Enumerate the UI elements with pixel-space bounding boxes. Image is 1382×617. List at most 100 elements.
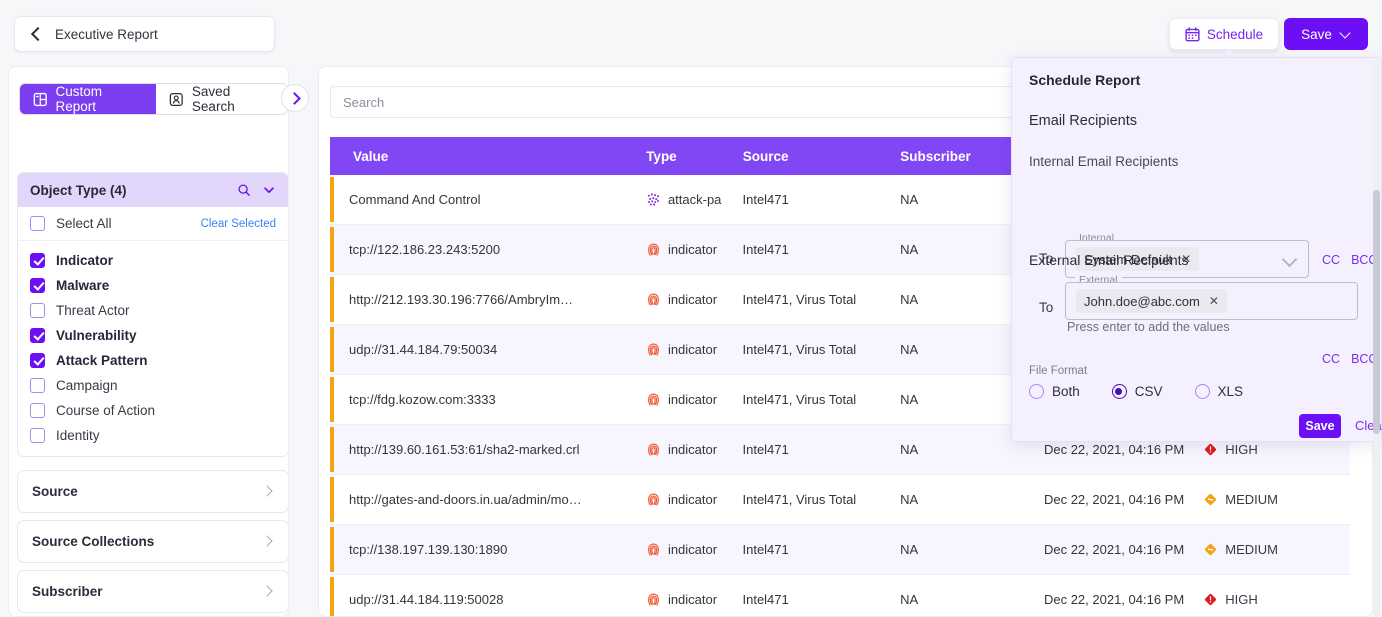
filter-option-campaign[interactable]: Campaign bbox=[18, 373, 288, 398]
attack-pattern-icon bbox=[646, 192, 661, 207]
cell-type: indicator bbox=[646, 342, 743, 357]
checkbox-box[interactable] bbox=[30, 278, 45, 293]
cell-created-date: Dec 22, 2021, 04:16 PM bbox=[1044, 592, 1204, 607]
cell-type-label: indicator bbox=[668, 442, 717, 457]
cell-type: indicator bbox=[646, 242, 743, 257]
external-recipients-heading: External Email Recipients bbox=[1029, 252, 1189, 268]
filter-option-vulnerability[interactable]: Vulnerability bbox=[18, 323, 288, 348]
checkbox-box[interactable] bbox=[30, 303, 45, 318]
cell-subscriber: NA bbox=[900, 442, 1044, 457]
checkbox-box[interactable] bbox=[30, 353, 45, 368]
filter-option-label: Course of Action bbox=[56, 403, 155, 418]
checkbox-box[interactable] bbox=[30, 403, 45, 418]
cell-severity: MEDIUM bbox=[1204, 542, 1350, 557]
cell-source: Intel471 bbox=[742, 192, 900, 207]
chevron-right-icon bbox=[263, 487, 272, 496]
filter-option-attack-pattern[interactable]: Attack Pattern bbox=[18, 348, 288, 373]
app-root: Executive Report Schedule Save bbox=[0, 0, 1382, 617]
select-all-checkbox[interactable]: Select All bbox=[30, 216, 112, 231]
cell-subscriber: NA bbox=[900, 542, 1044, 557]
chevron-left-icon[interactable] bbox=[29, 27, 43, 41]
save-button-label: Save bbox=[1301, 27, 1332, 42]
indicator-icon bbox=[646, 492, 661, 507]
checkbox-box[interactable] bbox=[30, 328, 45, 343]
search-icon[interactable] bbox=[237, 183, 251, 197]
severity-label: HIGH bbox=[1225, 592, 1258, 607]
cell-value: udp://31.44.184.119:50028 bbox=[330, 592, 646, 607]
cell-value: http://212.193.30.196:7766/AmbryIm… bbox=[330, 292, 646, 307]
cell-subscriber: NA bbox=[900, 492, 1044, 507]
radio-csv[interactable]: CSV bbox=[1112, 384, 1163, 399]
indicator-icon bbox=[646, 542, 661, 557]
facet-source[interactable]: Source bbox=[17, 470, 289, 513]
recipient-chip-external[interactable]: John.doe@abc.com ✕ bbox=[1076, 289, 1227, 313]
tab-saved-search[interactable]: Saved Search bbox=[156, 84, 287, 114]
external-cc-link[interactable]: CC bbox=[1322, 352, 1340, 366]
column-header-source[interactable]: Source bbox=[743, 149, 901, 164]
clear-selected-link[interactable]: Clear Selected bbox=[201, 218, 276, 230]
save-button[interactable]: Save bbox=[1284, 18, 1368, 50]
table-row[interactable]: http://gates-and-doors.in.ua/admin/mo… i… bbox=[330, 475, 1350, 525]
radio-indicator[interactable] bbox=[1112, 384, 1127, 399]
filter-option-label: Vulnerability bbox=[56, 328, 137, 343]
cell-value: tcp://fdg.kozow.com:3333 bbox=[330, 392, 646, 407]
chevron-down-icon[interactable] bbox=[1341, 29, 1351, 39]
cell-source: Intel471, Virus Total bbox=[742, 492, 900, 507]
filter-option-malware[interactable]: Malware bbox=[18, 273, 288, 298]
close-icon[interactable]: ✕ bbox=[1209, 295, 1219, 307]
table-row[interactable]: tcp://138.197.139.130:1890 indicator Int… bbox=[330, 525, 1350, 575]
facet-header-icons bbox=[237, 183, 276, 197]
tab-custom-report[interactable]: Custom Report bbox=[20, 84, 156, 114]
checkbox-box[interactable] bbox=[30, 378, 45, 393]
sidebar-expand-button[interactable] bbox=[281, 84, 309, 112]
internal-cc-link[interactable]: CC bbox=[1322, 253, 1340, 267]
cell-type-label: indicator bbox=[668, 492, 717, 507]
facet-source-collections-label: Source Collections bbox=[32, 534, 154, 549]
cell-type-label: indicator bbox=[668, 542, 717, 557]
schedule-button[interactable]: Schedule bbox=[1169, 18, 1279, 50]
cell-severity: MEDIUM bbox=[1204, 492, 1350, 507]
radio-indicator[interactable] bbox=[1195, 384, 1210, 399]
cell-severity: HIGH bbox=[1204, 442, 1350, 457]
filter-option-indicator[interactable]: Indicator bbox=[18, 248, 288, 273]
object-type-options: Indicator Malware Threat Actor Vulnerabi… bbox=[18, 241, 288, 456]
cell-subscriber: NA bbox=[900, 592, 1044, 607]
cell-value: tcp://138.197.139.130:1890 bbox=[330, 542, 646, 557]
severity-medium-icon bbox=[1204, 543, 1217, 556]
facet-source-collections[interactable]: Source Collections bbox=[17, 520, 289, 563]
schedule-save-button[interactable]: Save bbox=[1299, 414, 1341, 438]
radio-both[interactable]: Both bbox=[1029, 384, 1080, 399]
chevron-down-icon[interactable] bbox=[1284, 254, 1296, 266]
external-recipients-input[interactable]: John.doe@abc.com ✕ bbox=[1065, 282, 1358, 320]
facet-object-type-header[interactable]: Object Type (4) bbox=[18, 173, 288, 207]
chevron-down-icon[interactable] bbox=[262, 183, 276, 197]
cell-created-date: Dec 22, 2021, 04:16 PM bbox=[1044, 492, 1204, 507]
table-row[interactable]: udp://31.44.184.119:50028 indicator Inte… bbox=[330, 575, 1350, 617]
column-header-value[interactable]: Value bbox=[330, 149, 646, 164]
facet-source-label: Source bbox=[32, 484, 78, 499]
cell-severity: HIGH bbox=[1204, 592, 1350, 607]
radio-csv-label: CSV bbox=[1135, 384, 1163, 399]
cell-type: attack-pa bbox=[646, 192, 743, 207]
radio-indicator[interactable] bbox=[1029, 384, 1044, 399]
facet-subscriber[interactable]: Subscriber bbox=[17, 570, 289, 613]
checkbox-box[interactable] bbox=[30, 253, 45, 268]
checkbox-box[interactable] bbox=[30, 428, 45, 443]
filter-option-identity[interactable]: Identity bbox=[18, 423, 288, 448]
report-icon bbox=[33, 92, 48, 107]
indicator-icon bbox=[646, 592, 661, 607]
radio-xls-label: XLS bbox=[1218, 384, 1244, 399]
breadcrumb-back-button[interactable]: Executive Report bbox=[14, 16, 275, 52]
filter-option-course-of-action[interactable]: Course of Action bbox=[18, 398, 288, 423]
severity-medium-icon bbox=[1204, 493, 1217, 506]
page-title: Executive Report bbox=[55, 27, 158, 42]
radio-xls[interactable]: XLS bbox=[1195, 384, 1244, 399]
facet-subscriber-label: Subscriber bbox=[32, 584, 103, 599]
column-header-type[interactable]: Type bbox=[646, 149, 743, 164]
scrollbar-thumb[interactable] bbox=[1373, 190, 1380, 434]
checkbox-box[interactable] bbox=[30, 216, 45, 231]
top-bar: Executive Report Schedule Save bbox=[0, 0, 1382, 58]
chevron-right-icon bbox=[263, 537, 272, 546]
schedule-panel-caret bbox=[1221, 49, 1237, 57]
filter-option-threat-actor[interactable]: Threat Actor bbox=[18, 298, 288, 323]
